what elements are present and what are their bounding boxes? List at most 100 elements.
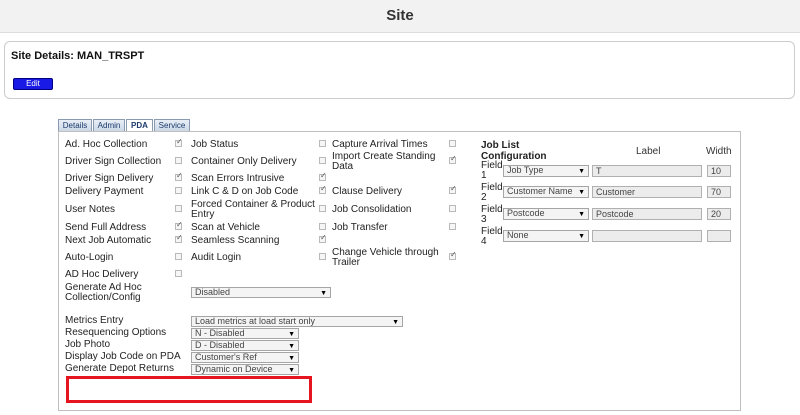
option-label: Forced Container & Product Entry [191, 199, 315, 220]
option-label: Job Transfer [332, 222, 388, 233]
field-1-width-input[interactable]: 10 [707, 165, 731, 177]
clause-delivery-checkbox[interactable] [449, 184, 457, 194]
page-title: Site [386, 7, 414, 24]
select-value: None [507, 230, 529, 240]
field-3-type-select[interactable]: Postcode ▼ [503, 208, 589, 220]
edit-button[interactable]: Edit [13, 78, 53, 90]
job-transfer-checkbox[interactable] [449, 223, 456, 230]
option-label: Audit Login [191, 252, 242, 263]
audit-login-checkbox[interactable] [319, 253, 326, 260]
change-vehicle-trailer-checkbox[interactable] [449, 250, 457, 260]
option-label: Seamless Scanning [191, 235, 280, 246]
site-details-panel: Site Details: MAN_TRSPT Edit [4, 41, 795, 99]
field-2-type-select[interactable]: Customer Name ▼ [503, 186, 589, 198]
metrics-entry-select[interactable]: Load metrics at load start only ▼ [191, 316, 403, 327]
dropdown-arrow-icon: ▼ [578, 168, 585, 175]
auto-login-checkbox[interactable] [175, 253, 182, 260]
generate-depot-returns-select[interactable]: Dynamic on Device ▼ [191, 364, 299, 375]
option-label: Capture Arrival Times [332, 139, 428, 150]
job-list-title: Job List Configuration [481, 140, 547, 162]
user-notes-checkbox[interactable] [175, 205, 182, 212]
field-number: 1 [481, 170, 487, 181]
option-label: User Notes [65, 204, 116, 215]
dropdown-arrow-icon: ▼ [288, 355, 295, 362]
dropdown-arrow-icon: ▼ [392, 319, 399, 326]
dropdown-arrow-icon: ▼ [288, 343, 295, 350]
field-1-type-select[interactable]: Job Type ▼ [503, 165, 589, 177]
delivery-payment-checkbox[interactable] [175, 187, 182, 194]
generate-depot-returns-label: Generate Depot Returns [65, 363, 174, 374]
select-value: Customer's Ref [195, 352, 257, 362]
select-value: Postcode [507, 208, 545, 218]
option-label: Auto-Login [65, 252, 114, 263]
option-label: Link C & D on Job Code [191, 186, 299, 197]
option-label: AD Hoc Delivery [65, 269, 139, 280]
container-only-delivery-checkbox[interactable] [319, 157, 326, 164]
select-value: D - Disabled [195, 340, 245, 350]
option-label: Ad. Hoc Collection [65, 139, 148, 150]
option-label: Import Create Standing Data [332, 151, 436, 172]
seamless-scanning-checkbox[interactable] [319, 233, 327, 243]
option-label: Container Only Delivery [191, 156, 297, 167]
dropdown-arrow-icon: ▼ [288, 367, 295, 374]
resequencing-options-label: Resequencing Options [65, 327, 167, 338]
scan-at-vehicle-checkbox[interactable] [319, 223, 326, 230]
field-2-width-input[interactable]: 70 [707, 186, 731, 198]
field-2-label-input[interactable]: Customer [592, 186, 702, 198]
ad-hoc-collection-checkbox[interactable] [175, 137, 183, 147]
label-column-header: Label [636, 146, 661, 157]
dropdown-arrow-icon: ▼ [320, 290, 327, 297]
import-create-standing-data-checkbox[interactable] [449, 154, 457, 164]
field-4-label: Field 4 [481, 227, 503, 247]
scan-errors-intrusive-checkbox[interactable] [319, 171, 327, 181]
link-c-d-checkbox[interactable] [319, 184, 327, 194]
site-details-title: Site Details: MAN_TRSPT [11, 50, 145, 62]
field-4-type-select[interactable]: None ▼ [503, 230, 589, 242]
dropdown-arrow-icon: ▼ [578, 211, 585, 218]
field-3-width-input[interactable]: 20 [707, 208, 731, 220]
next-job-automatic-checkbox[interactable] [175, 233, 183, 243]
driver-sign-collection-checkbox[interactable] [175, 157, 182, 164]
option-label: Scan Errors Intrusive [191, 173, 285, 184]
driver-sign-delivery-checkbox[interactable] [175, 171, 183, 181]
option-label: Driver Sign Collection [65, 156, 162, 167]
field-1-label-input[interactable]: T [592, 165, 702, 177]
job-list-title-line: Job List [481, 140, 520, 151]
generate-adhoc-select[interactable]: Disabled ▼ [191, 287, 331, 298]
option-label: Next Job Automatic [65, 235, 152, 246]
field-1-label: Field 1 [481, 161, 503, 181]
select-value: N - Disabled [195, 328, 245, 338]
display-job-code-label: Display Job Code on PDA [65, 351, 181, 362]
dropdown-arrow-icon: ▼ [288, 331, 295, 338]
option-label: Delivery Payment [65, 186, 144, 197]
field-3-label: Field 3 [481, 205, 503, 225]
option-label: Job Consolidation [332, 204, 412, 215]
job-photo-select[interactable]: D - Disabled ▼ [191, 340, 299, 351]
option-label: Send Full Address [65, 222, 147, 233]
job-status-checkbox[interactable] [319, 140, 326, 147]
job-consolidation-checkbox[interactable] [449, 205, 456, 212]
job-photo-label: Job Photo [65, 339, 111, 350]
option-label: Clause Delivery [332, 186, 403, 197]
field-3-label-input[interactable]: Postcode [592, 208, 702, 220]
highlight-box [66, 376, 312, 403]
capture-arrival-times-checkbox[interactable] [449, 140, 456, 147]
send-full-address-checkbox[interactable] [175, 220, 183, 230]
option-label: Driver Sign Delivery [65, 173, 154, 184]
field-2-label: Field 2 [481, 183, 503, 203]
select-value: Dynamic on Device [195, 364, 273, 374]
resequencing-options-select[interactable]: N - Disabled ▼ [191, 328, 299, 339]
forced-container-product-checkbox[interactable] [319, 205, 326, 212]
ad-hoc-delivery-checkbox[interactable] [175, 270, 182, 277]
field-number: 2 [481, 192, 487, 203]
page-header: Site [0, 0, 800, 33]
option-label: Job Status [191, 139, 239, 150]
dropdown-arrow-icon: ▼ [578, 189, 585, 196]
select-value: Job Type [507, 165, 544, 175]
metrics-entry-label: Metrics Entry [65, 315, 124, 326]
select-value: Customer Name [507, 186, 573, 196]
display-job-code-select[interactable]: Customer's Ref ▼ [191, 352, 299, 363]
dropdown-arrow-icon: ▼ [578, 233, 585, 240]
field-4-width-input[interactable] [707, 230, 731, 242]
field-4-label-input[interactable] [592, 230, 702, 242]
